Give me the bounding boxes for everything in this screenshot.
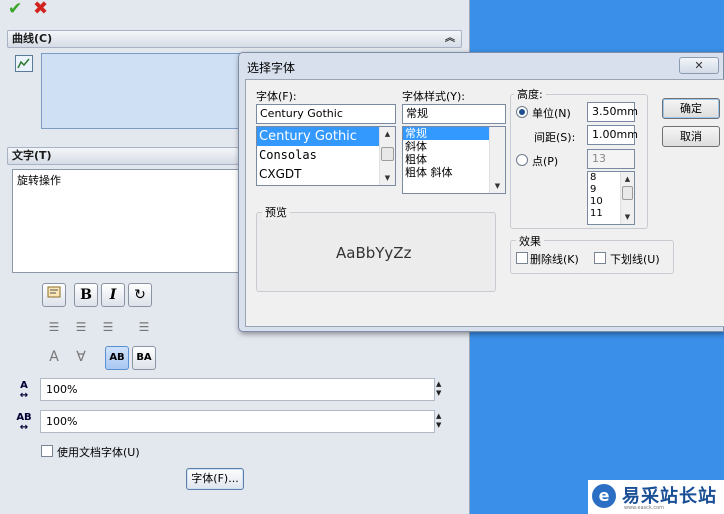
ok-button[interactable]: 确定	[662, 98, 720, 119]
strikeout-label: 删除线(K)	[530, 253, 579, 266]
align-left-icon[interactable]: ☰	[46, 320, 62, 334]
spacing-spinner-arrows[interactable]: ▲ ▼	[436, 412, 446, 430]
spacing-factor-field[interactable]: 100%	[40, 410, 435, 433]
dialog-title: 选择字体	[247, 61, 296, 75]
scroll-down-icon[interactable]: ▼	[490, 179, 505, 193]
spacing-input[interactable]: 1.00mm	[587, 125, 638, 145]
font-list-item[interactable]: Century Gothic	[257, 127, 395, 146]
font-label: 字体(F):	[256, 90, 297, 103]
scroll-up-icon[interactable]: ▲	[621, 172, 634, 186]
style-list-scrollbar[interactable]: ▼	[489, 127, 505, 193]
insert-link-property-button[interactable]	[42, 283, 66, 307]
preview-sample-text: AaBbYyZz	[336, 244, 412, 262]
text-group-title: 文字(T)	[12, 149, 52, 162]
text-direction-rl-button[interactable]: BA	[132, 346, 156, 370]
font-style-list[interactable]: 常规 斜体 粗体 粗体 斜体 ▼	[402, 126, 506, 194]
curve-icon	[15, 55, 33, 72]
scroll-up-icon[interactable]: ▲	[380, 127, 395, 141]
justify-icon[interactable]: ☰	[136, 320, 152, 334]
use-doc-font-checkbox[interactable]	[41, 445, 53, 457]
point-label: 点(P)	[532, 155, 559, 168]
align-center-icon[interactable]: ☰	[73, 320, 89, 334]
height-label: 高度:	[514, 86, 546, 102]
preview-label: 预览	[262, 204, 290, 220]
width-spinner-arrows[interactable]: ▲ ▼	[436, 380, 446, 398]
rotate-button[interactable]: ↻	[128, 283, 152, 307]
font-list-scrollbar[interactable]: ▲ ▼	[379, 127, 395, 185]
point-size-list[interactable]: 8 9 10 11 ▲ ▼	[587, 171, 635, 225]
curve-group-header[interactable]: 曲线(C) ︽	[7, 30, 462, 48]
point-list-scrollbar[interactable]: ▲ ▼	[620, 172, 634, 224]
strikeout-checkbox[interactable]	[516, 252, 528, 264]
scroll-thumb[interactable]	[622, 186, 633, 200]
ok-check-icon[interactable]: ✔	[8, 0, 22, 19]
cancel-x-icon[interactable]: ✖	[33, 0, 48, 19]
font-style-label: 字体样式(Y):	[402, 90, 466, 103]
font-list-item[interactable]: CXGDT	[257, 165, 395, 184]
unit-height-input[interactable]: 3.50mm	[587, 102, 638, 122]
bold-button[interactable]: B	[74, 283, 98, 307]
spacing-factor-icon: AB ↔	[16, 412, 32, 433]
point-radio[interactable]	[516, 154, 528, 166]
scroll-down-icon[interactable]: ▼	[380, 171, 395, 185]
text-input-area[interactable]: 旋转操作	[12, 169, 240, 273]
choose-font-dialog: 选择字体 ✕ 字体(F): Century Gothic Century Got…	[238, 52, 724, 332]
link-property-icon	[46, 286, 62, 304]
underline-checkbox[interactable]	[594, 252, 606, 264]
flip-vertical-icon[interactable]: A	[46, 350, 62, 364]
font-list[interactable]: Century Gothic Consolas CXGDT ▲ ▼	[256, 126, 396, 186]
use-doc-font-label: 使用文档字体(U)	[57, 446, 140, 459]
cancel-button[interactable]: 取消	[662, 126, 720, 147]
rotate-icon: ↻	[134, 287, 146, 303]
curve-group-title: 曲线(C)	[12, 32, 53, 45]
scroll-down-icon[interactable]: ▼	[621, 210, 634, 224]
text-direction-lr-button[interactable]: AB	[105, 346, 129, 370]
collapse-chevron-icon[interactable]: ︽	[445, 31, 455, 47]
dialog-body: 字体(F): Century Gothic Century Gothic Con…	[245, 79, 724, 327]
width-factor-field[interactable]: 100%	[40, 378, 435, 401]
unit-radio[interactable]	[516, 106, 528, 118]
font-style-input[interactable]: 常规	[402, 104, 506, 124]
unit-label: 单位(N)	[532, 107, 571, 120]
width-factor-icon: A ↔	[19, 380, 29, 401]
font-list-item[interactable]: Consolas	[257, 146, 395, 165]
align-right-icon[interactable]: ☰	[100, 320, 116, 334]
font-name-input[interactable]: Century Gothic	[256, 104, 396, 124]
watermark-url: www.easck.com	[624, 505, 665, 511]
watermark: e 易采站长站 www.easck.com	[588, 480, 724, 514]
font-button[interactable]: 字体(F)...	[186, 468, 244, 490]
flip-horizontal-icon[interactable]: ∀	[73, 350, 89, 364]
pm-toolbar: ✔ ✖	[0, 0, 470, 20]
text-group-header[interactable]: 文字(T)	[7, 147, 239, 165]
scroll-thumb[interactable]	[381, 147, 394, 161]
effects-label: 效果	[516, 233, 544, 249]
curve-selection-box[interactable]	[41, 53, 241, 129]
watermark-logo-icon: e	[592, 484, 616, 508]
underline-label: 下划线(U)	[610, 253, 660, 266]
point-size-input[interactable]: 13	[587, 149, 635, 169]
dialog-close-button[interactable]: ✕	[679, 57, 719, 74]
spacing-label: 间距(S):	[534, 131, 576, 144]
italic-button[interactable]: I	[101, 283, 125, 307]
